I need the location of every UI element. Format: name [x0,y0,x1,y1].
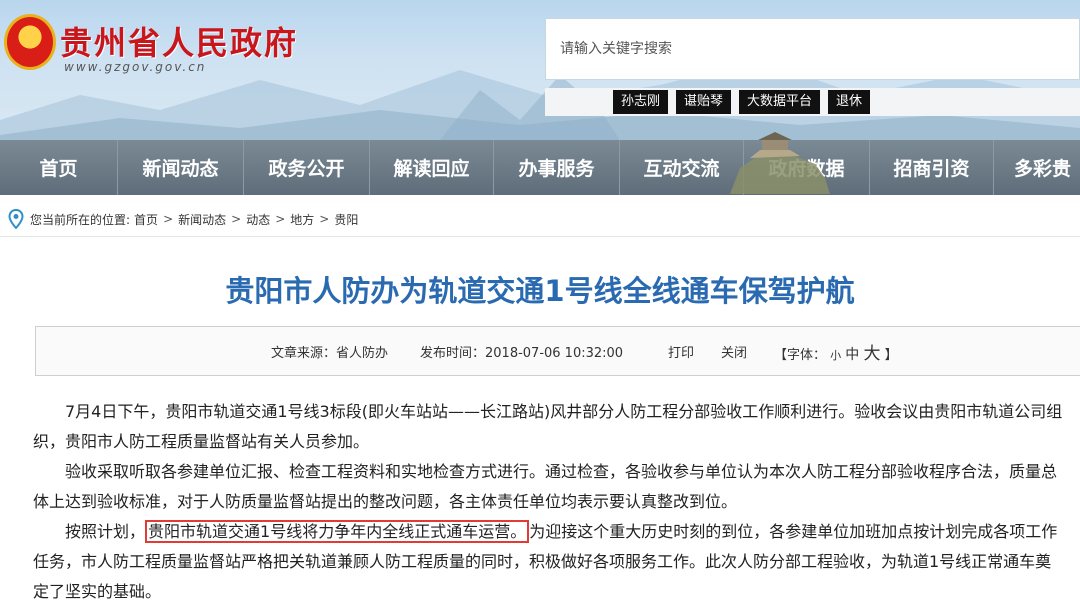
site-title[interactable]: 贵州省人民政府 [60,18,298,64]
breadcrumb: 您当前所在的位置: 首页 > 新闻动态 > 动态 > 地方 > 贵阳 [8,208,358,230]
highlighted-sentence: 贵阳市轨道交通1号线将力争年内全线正式通车运营。 [145,520,530,543]
national-emblem-icon: ★ [4,14,56,70]
article-title: 贵阳市人防办为轨道交通1号线全线通车保驾护航 [225,274,855,308]
nav-item-investment[interactable]: 招商引资 [870,140,994,195]
breadcrumb-item-dynamics[interactable]: 动态 [246,211,270,228]
breadcrumb-divider [0,236,1080,237]
font-size-small-button[interactable]: 小 [830,349,841,362]
breadcrumb-separator: > [319,212,330,226]
nav-item-gov-data[interactable]: 政府数据 [744,140,870,195]
hotword-link[interactable]: 谌贻琴 [676,90,732,114]
breadcrumb-separator: > [231,212,242,226]
site-header: ★ 贵州省人民政府 www.gzgov.gov.cn 孙志刚 谌贻琴 大数据平台… [0,0,1080,140]
nav-item-news[interactable]: 新闻动态 [118,140,244,195]
nav-item-interpretation[interactable]: 解读回应 [370,140,494,195]
close-button[interactable]: 关闭 [721,342,747,361]
print-button[interactable]: 打印 [668,342,694,361]
search-box [545,18,1080,80]
site-url: www.gzgov.gov.cn [64,60,207,74]
font-size-medium-button[interactable]: 中 [845,347,859,363]
article-body: 7月4日下午，贵阳市轨道交通1号线3标段(即火车站站——长江路站)风井部分人防工… [33,397,1063,607]
font-size-large-button[interactable]: 大 [863,344,880,364]
article-source: 文章来源：省人防办 [271,345,389,361]
main-nav: 首页 新闻动态 政务公开 解读回应 办事服务 互动交流 政府数据 招商引资 多彩… [0,140,1080,195]
star-icon: ★ [23,27,36,43]
search-input[interactable] [546,19,1079,79]
breadcrumb-item-home[interactable]: 首页 [134,211,158,228]
article-meta-bar: 文章来源：省人防办 发布时间：2018-07-06 10:32:00 打印 关闭… [35,326,1080,376]
hotword-link[interactable]: 大数据平台 [739,90,821,114]
hotword-link[interactable]: 孙志刚 [613,90,669,114]
nav-item-colorful-guizhou[interactable]: 多彩贵 [994,140,1080,195]
article-paragraph: 验收采取听取各参建单位汇报、检查工程资料和实地检查方式进行。通过检查，各验收参与… [33,462,1058,511]
article-paragraph: 按照计划， 贵阳市轨道交通1号线将力争年内全线正式通车运营。 为迎接这个重大历史时刻… [33,517,1063,607]
nav-item-services[interactable]: 办事服务 [494,140,620,195]
hotword-link[interactable]: 退休 [828,90,871,114]
nav-item-interaction[interactable]: 互动交流 [620,140,744,195]
paragraph-text: 按照计划， [65,522,146,541]
nav-item-home[interactable]: 首页 [0,140,118,195]
breadcrumb-item-guiyang[interactable]: 贵阳 [334,211,358,228]
breadcrumb-item-local[interactable]: 地方 [290,211,314,228]
breadcrumb-prefix: 您当前所在的位置: [30,212,131,227]
article-publish-time: 发布时间：2018-07-06 10:32:00 [420,345,624,361]
font-size-control: 【字体： 小 中 大 】 [774,339,898,364]
location-pin-icon [8,209,24,229]
article-paragraph: 7月4日下午，贵阳市轨道交通1号线3标段(即火车站站——长江路站)风井部分人防工… [33,402,1063,451]
breadcrumb-separator: > [275,212,286,226]
breadcrumb-separator: > [163,212,174,226]
nav-item-gov-affairs[interactable]: 政务公开 [244,140,370,195]
hotword-bar: 孙志刚 谌贻琴 大数据平台 退休 [545,88,1080,116]
breadcrumb-item-news[interactable]: 新闻动态 [178,211,226,228]
font-size-label: 【字体： [774,347,827,363]
font-size-label-end: 】 [884,347,898,363]
